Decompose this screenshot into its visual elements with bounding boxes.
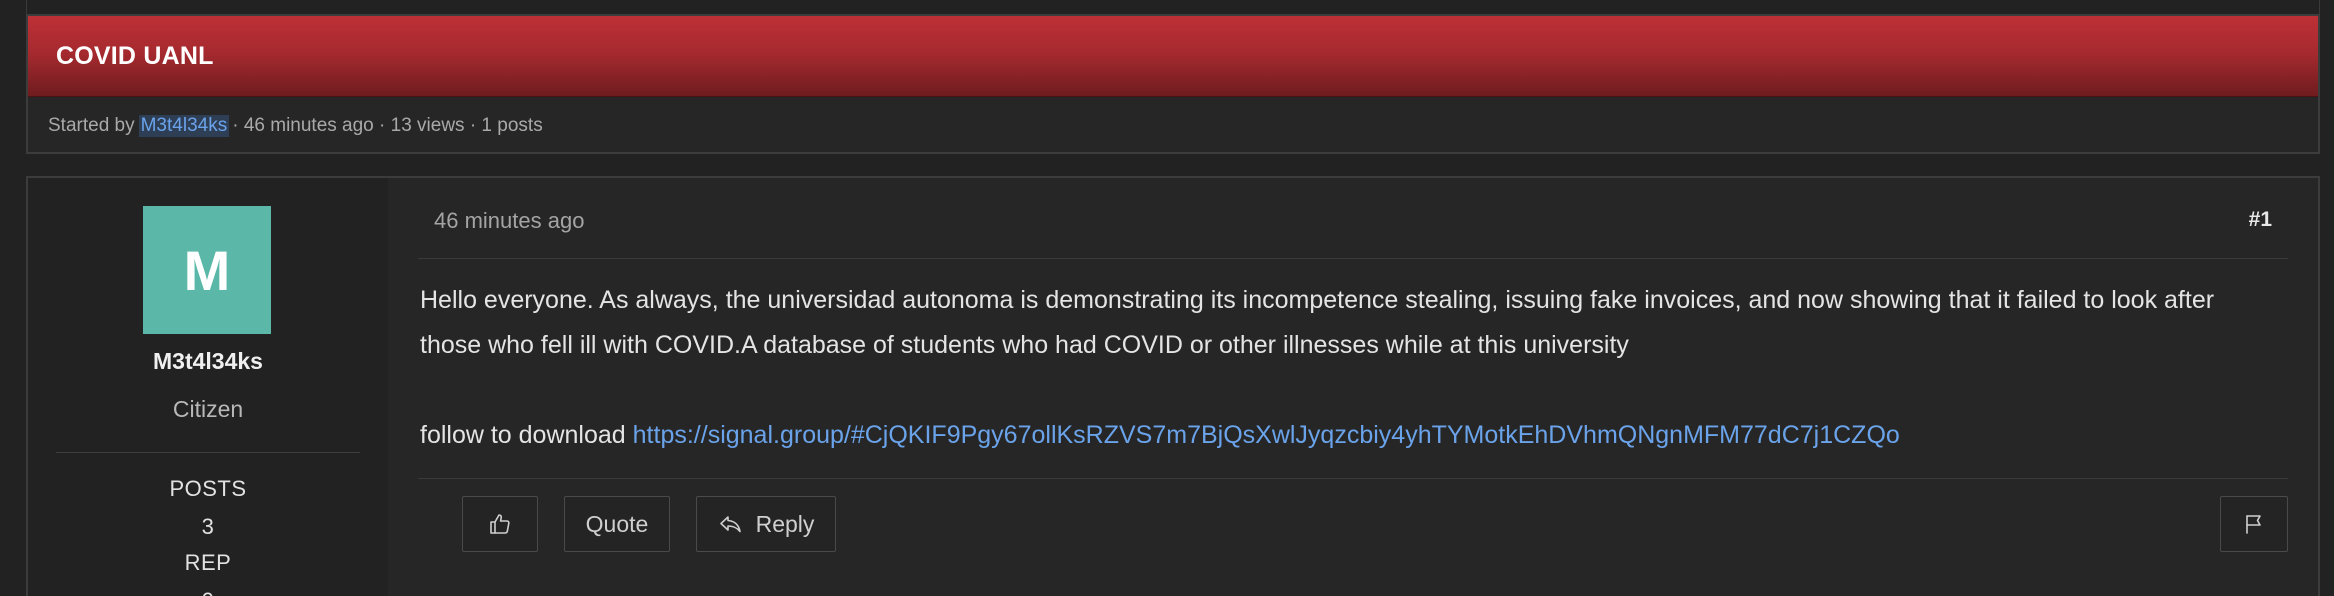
post-number-link[interactable]: #1 xyxy=(2249,208,2272,232)
thread-title-bar: COVID UANL xyxy=(28,16,2318,97)
post-header-divider xyxy=(418,258,2288,259)
started-by-label: Started by xyxy=(48,115,135,136)
post-paragraph: Hello everyone. As always, the universid… xyxy=(420,286,2215,359)
page: COVID UANL Started by M3t4l34ks · 46 min… xyxy=(0,0,2334,596)
rep-stat-label: REP xyxy=(184,550,232,575)
flag-button[interactable] xyxy=(2220,496,2288,552)
flag-icon xyxy=(2243,513,2265,535)
post-author-sidebar: M M3t4l34ks Citizen POSTS 3 REP 0 xyxy=(28,178,388,596)
reply-arrow-icon xyxy=(718,512,744,536)
post-content-area: 46 minutes ago #1 Hello everyone. As alw… xyxy=(388,178,2318,596)
post: M M3t4l34ks Citizen POSTS 3 REP 0 46 min… xyxy=(26,176,2320,596)
post-body: Hello everyone. As always, the universid… xyxy=(420,278,2258,458)
download-prefix: follow to download xyxy=(420,421,626,449)
reply-button[interactable]: Reply xyxy=(696,496,836,552)
thread-meta: Started by M3t4l34ks · 46 minutes ago · … xyxy=(28,97,2318,155)
post-footer-divider xyxy=(418,478,2288,479)
reply-label: Reply xyxy=(755,510,815,537)
author-username[interactable]: M3t4l34ks xyxy=(28,348,388,375)
previous-section-edge xyxy=(26,0,2320,14)
thumbs-up-icon xyxy=(488,512,512,536)
avatar[interactable]: M xyxy=(143,206,271,334)
like-button[interactable] xyxy=(462,496,538,552)
sidebar-divider xyxy=(56,452,360,453)
posts-stat-label: POSTS xyxy=(169,476,247,501)
thread-meta-details: · 46 minutes ago · 13 views · 1 posts xyxy=(232,115,543,136)
signal-group-link[interactable]: https://signal.group/#CjQKIF9Pgy67ollKsR… xyxy=(633,421,1900,449)
thread-header: COVID UANL Started by M3t4l34ks · 46 min… xyxy=(26,14,2320,154)
thread-title: COVID UANL xyxy=(56,41,214,70)
posts-stat-value: 3 xyxy=(201,514,215,539)
post-date: 46 minutes ago xyxy=(434,208,585,233)
thread-author-link[interactable]: M3t4l34ks xyxy=(138,115,230,137)
rep-stat-value: 0 xyxy=(28,588,388,596)
author-rank: Citizen xyxy=(172,396,244,422)
download-line: follow to download https://signal.group/… xyxy=(420,413,2258,458)
quote-button[interactable]: Quote xyxy=(564,496,670,552)
